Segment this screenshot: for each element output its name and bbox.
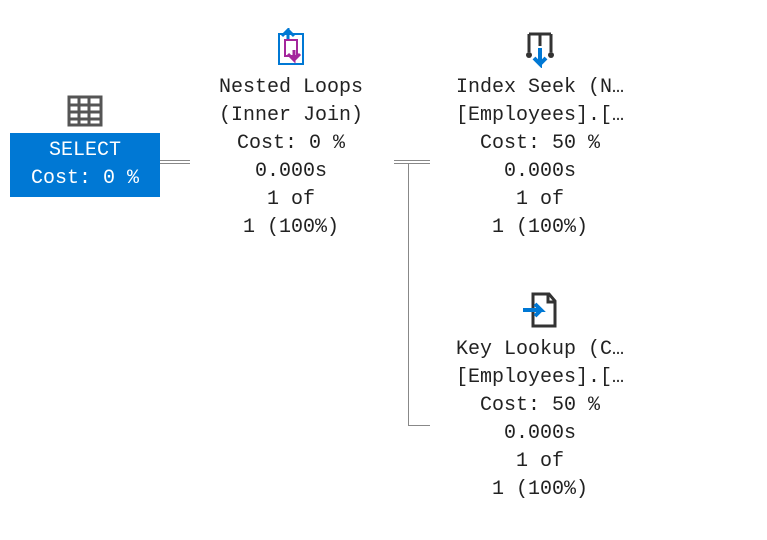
key-lookup-icon xyxy=(517,290,563,330)
index-seek-node[interactable]: Index Seek (N… [Employees].[… Cost: 50 %… xyxy=(430,28,650,242)
nested-subtitle: (Inner Join) xyxy=(190,102,392,130)
keylookup-rows2: 1 (100%) xyxy=(430,476,650,504)
keylookup-title: Key Lookup (C… xyxy=(430,336,650,364)
index-seek-icon xyxy=(517,28,563,68)
nested-rows1: 1 of xyxy=(190,186,392,214)
connector-nested-keylookup-v xyxy=(408,163,409,425)
connector-nested-keylookup-h xyxy=(408,425,430,426)
connector-select-nested xyxy=(160,160,190,161)
indexseek-rows2: 1 (100%) xyxy=(430,214,650,242)
indexseek-time: 0.000s xyxy=(430,158,650,186)
nested-cost: Cost: 0 % xyxy=(190,130,392,158)
indexseek-object: [Employees].[… xyxy=(430,102,650,130)
indexseek-title: Index Seek (N… xyxy=(430,74,650,102)
nested-rows2: 1 (100%) xyxy=(190,214,392,242)
nested-time: 0.000s xyxy=(190,158,392,186)
connector-select-nested-2 xyxy=(160,163,190,164)
indexseek-cost: Cost: 50 % xyxy=(430,130,650,158)
indexseek-rows1: 1 of xyxy=(430,186,650,214)
select-cost: Cost: 0 % xyxy=(11,165,159,193)
connector-nested-indexseek-h2 xyxy=(394,163,430,164)
select-label: SELECT xyxy=(11,137,159,165)
key-lookup-node[interactable]: Key Lookup (C… [Employees].[… Cost: 50 %… xyxy=(430,290,650,504)
nested-loops-icon xyxy=(268,28,314,68)
table-icon xyxy=(67,95,103,127)
keylookup-cost: Cost: 50 % xyxy=(430,392,650,420)
keylookup-object: [Employees].[… xyxy=(430,364,650,392)
connector-nested-indexseek-h xyxy=(394,160,430,161)
keylookup-time: 0.000s xyxy=(430,420,650,448)
keylookup-rows1: 1 of xyxy=(430,448,650,476)
nested-title: Nested Loops xyxy=(190,74,392,102)
select-header: SELECT Cost: 0 % xyxy=(10,133,160,197)
nested-loops-node[interactable]: Nested Loops (Inner Join) Cost: 0 % 0.00… xyxy=(190,28,392,242)
select-node[interactable]: SELECT Cost: 0 % xyxy=(10,95,160,197)
